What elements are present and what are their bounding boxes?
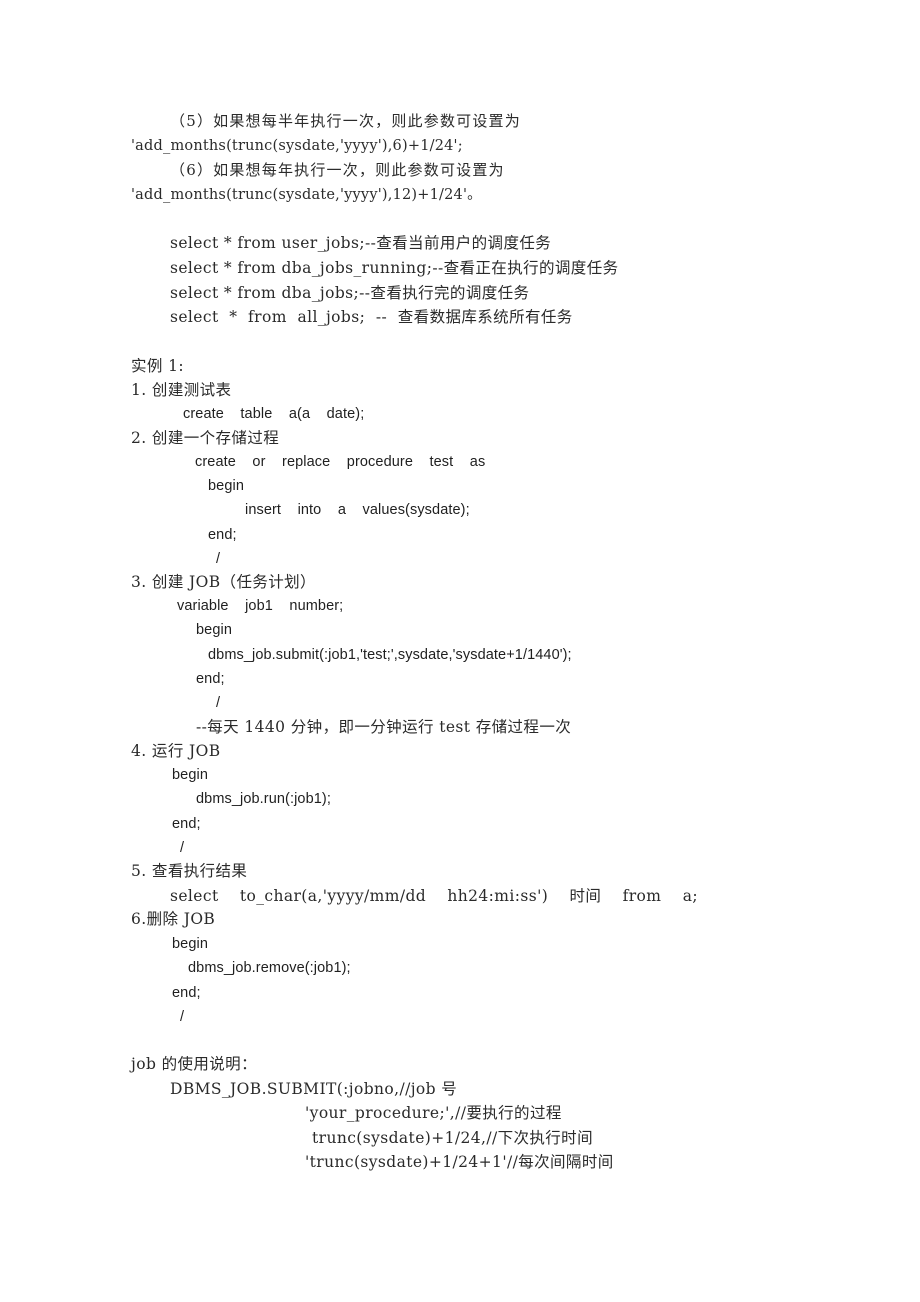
query-line-dba-jobs: select * from dba_jobs;--查看执行完的调度任务 (170, 284, 530, 302)
step-3-label: 3. 创建 JOB（任务计划） (131, 573, 316, 591)
example-heading: 实例 1: (131, 357, 185, 375)
usage-line-interval: 'trunc(sysdate)+1/24+1'//每次间隔时间 (305, 1153, 614, 1171)
step-2-code-line-4: end; (208, 527, 237, 543)
step-3-code-line-3: dbms_job.submit(:job1,'test;',sysdate,'s… (208, 647, 572, 663)
step-2-code-line-1: create or replace procedure test as (195, 454, 486, 470)
step-2-code-line-5: / (216, 551, 221, 567)
param-item-5-code: 'add_months(trunc(sysdate,'yyyy'),6)+1/2… (131, 138, 463, 154)
step-4-code-line-1: begin (172, 767, 208, 783)
step-4-code-line-4: / (180, 840, 185, 856)
usage-line-procedure: 'your_procedure;',//要执行的过程 (305, 1104, 562, 1122)
param-item-5-intro: （5）如果想每半年执行一次，则此参数可设置为 (170, 112, 521, 130)
step-2-label: 2. 创建一个存储过程 (131, 429, 280, 447)
usage-line-jobno: DBMS_JOB.SUBMIT(:jobno,//job 号 (170, 1080, 458, 1098)
query-line-all-jobs: select * from all_jobs; -- 查看数据库系统所有任务 (170, 308, 573, 326)
step-3-code-line-5: / (216, 695, 221, 711)
step-3-code-line-4: end; (196, 671, 225, 687)
step-1-label: 1. 创建测试表 (131, 381, 232, 399)
document-page: （5）如果想每半年执行一次，则此参数可设置为 'add_months(trunc… (0, 0, 920, 1302)
step-1-code: create table a(a date); (183, 406, 365, 422)
step-3-comment: --每天 1440 分钟，即一分钟运行 test 存储过程一次 (196, 718, 572, 736)
step-6-code-line-4: / (180, 1009, 185, 1025)
step-2-code-line-3: insert into a values(sysdate); (245, 502, 470, 518)
step-4-label: 4. 运行 JOB (131, 742, 221, 760)
usage-heading: job 的使用说明： (131, 1055, 257, 1073)
step-3-code-line-1: variable job1 number; (177, 598, 344, 614)
param-item-6-code: 'add_months(trunc(sysdate,'yyyy'),12)+1/… (131, 187, 482, 203)
step-4-code-line-2: dbms_job.run(:job1); (196, 791, 331, 807)
step-5-label: 5. 查看执行结果 (131, 862, 248, 880)
step-2-code-line-2: begin (208, 478, 244, 494)
query-line-user-jobs: select * from user_jobs;--查看当前用户的调度任务 (170, 234, 552, 252)
step-6-code-line-3: end; (172, 985, 201, 1001)
step-6-code-line-1: begin (172, 936, 208, 952)
step-6-code-line-2: dbms_job.remove(:job1); (188, 960, 351, 976)
param-item-6-intro: （6）如果想每年执行一次，则此参数可设置为 (170, 161, 505, 179)
usage-line-next-run: trunc(sysdate)+1/24,//下次执行时间 (312, 1129, 593, 1147)
step-6-label: 6.删除 JOB (131, 910, 216, 928)
query-line-dba-jobs-running: select * from dba_jobs_running;--查看正在执行的… (170, 259, 619, 277)
step-5-code: select to_char(a,'yyyy/mm/dd hh24:mi:ss'… (170, 887, 698, 905)
step-3-code-line-2: begin (196, 622, 232, 638)
step-4-code-line-3: end; (172, 816, 201, 832)
